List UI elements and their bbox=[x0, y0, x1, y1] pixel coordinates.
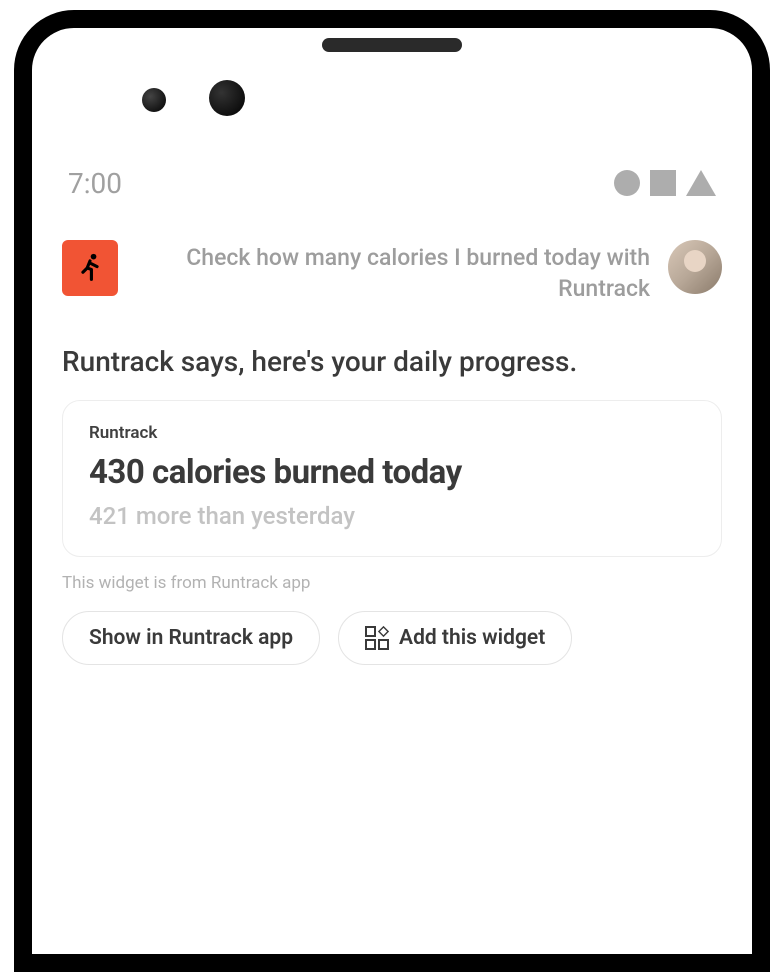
action-button-row: Show in Runtrack app Add this widget bbox=[62, 611, 722, 665]
front-camera-small bbox=[142, 88, 166, 112]
runtrack-app-icon[interactable] bbox=[62, 240, 118, 296]
add-widget-button[interactable]: Add this widget bbox=[338, 611, 572, 665]
phone-frame: 7:00 Check how many calories I burne bbox=[14, 10, 770, 972]
status-triangle-icon bbox=[686, 170, 716, 196]
widget-subtext: 421 more than yesterday bbox=[89, 502, 695, 530]
front-camera-large bbox=[209, 80, 245, 116]
assistant-content: Check how many calories I burned today w… bbox=[32, 208, 752, 665]
user-avatar[interactable] bbox=[668, 240, 722, 294]
show-in-app-label: Show in Runtrack app bbox=[89, 626, 293, 650]
runner-icon bbox=[73, 251, 107, 285]
phone-screen-bezel: 7:00 Check how many calories I burne bbox=[32, 28, 752, 954]
show-in-app-button[interactable]: Show in Runtrack app bbox=[62, 611, 320, 665]
widget-headline: 430 calories burned today bbox=[89, 453, 695, 492]
screen-content: 7:00 Check how many calories I burne bbox=[32, 28, 752, 954]
widget-app-label: Runtrack bbox=[89, 423, 695, 443]
status-circle-icon bbox=[614, 170, 640, 196]
add-widget-label: Add this widget bbox=[399, 626, 545, 650]
user-query-text: Check how many calories I burned today w… bbox=[136, 240, 650, 304]
widgets-icon bbox=[365, 626, 389, 650]
status-bar: 7:00 bbox=[32, 158, 752, 208]
phone-speaker bbox=[322, 38, 462, 52]
assistant-response-text: Runtrack says, here's your daily progres… bbox=[62, 344, 722, 380]
query-row: Check how many calories I burned today w… bbox=[62, 240, 722, 304]
status-icons bbox=[614, 170, 716, 196]
widget-source-text: This widget is from Runtrack app bbox=[62, 573, 722, 593]
status-square-icon bbox=[650, 170, 676, 196]
status-time: 7:00 bbox=[68, 167, 122, 200]
runtrack-widget-card[interactable]: Runtrack 430 calories burned today 421 m… bbox=[62, 400, 722, 557]
